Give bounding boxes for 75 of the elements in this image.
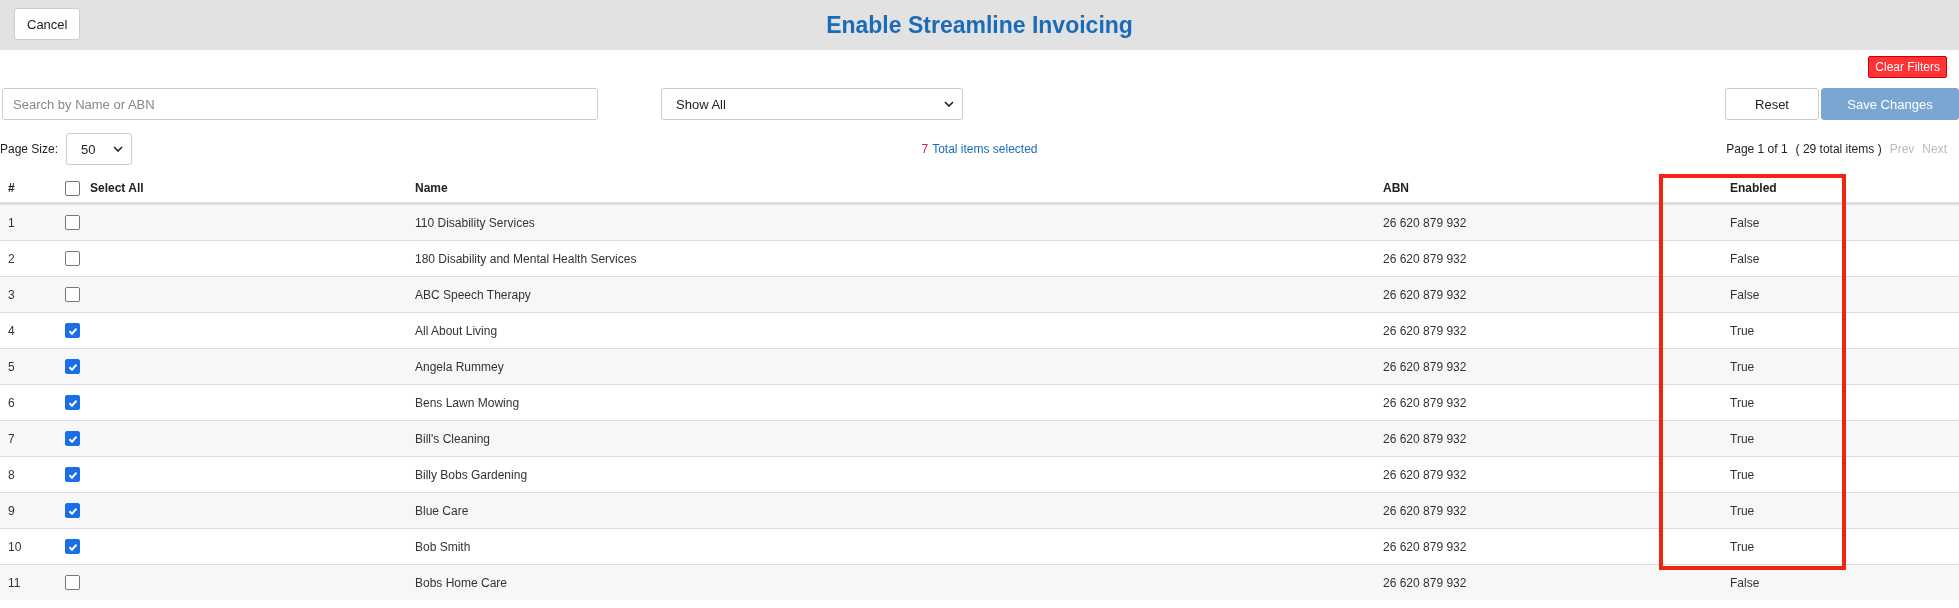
- page-info: Page 1 of 1: [1726, 142, 1788, 156]
- row-number: 4: [7, 323, 16, 338]
- row-checkbox[interactable]: [65, 359, 80, 374]
- abn-cell-text: 26 620 879 932: [1382, 395, 1468, 410]
- column-header: Enabled: [1729, 181, 1778, 195]
- name-cell-text: Angela Rummey: [414, 359, 505, 374]
- row-number: 8: [7, 467, 16, 482]
- abn-cell-text: 26 620 879 932: [1382, 215, 1468, 230]
- name-cell-text: Bens Lawn Mowing: [414, 395, 521, 410]
- abn-cell-text: 26 620 879 932: [1382, 539, 1468, 554]
- name-cell-text: Bob Smith: [414, 539, 472, 554]
- row-checkbox[interactable]: [65, 431, 80, 446]
- enabled-cell-text: True: [1729, 503, 1756, 518]
- page-size-dropdown[interactable]: 50: [66, 133, 133, 165]
- row-number: 11: [7, 575, 22, 590]
- row-number: 1: [7, 215, 16, 230]
- abn-cell-text: 26 620 879 932: [1382, 575, 1468, 590]
- enabled-cell-text: True: [1729, 359, 1756, 374]
- row-checkbox[interactable]: [65, 395, 80, 410]
- row-number: 7: [7, 431, 16, 446]
- name-cell-text: ABC Speech Therapy: [414, 287, 532, 302]
- row-checkbox[interactable]: [65, 467, 80, 482]
- cancel-button[interactable]: Cancel: [14, 8, 81, 40]
- enabled-cell-text: False: [1729, 215, 1761, 230]
- column-header: Select All: [89, 181, 144, 195]
- row-checkbox[interactable]: [65, 323, 80, 338]
- clear-filters-button[interactable]: Clear Filters: [1868, 56, 1947, 78]
- selected-count: 7: [921, 142, 929, 156]
- enabled-cell-text: True: [1729, 431, 1756, 446]
- page-size-label: Page Size:: [0, 142, 59, 156]
- enabled-cell-text: False: [1729, 287, 1761, 302]
- enabled-cell-text: True: [1729, 539, 1756, 554]
- search-field[interactable]: Search by Name or ABN: [2, 88, 598, 120]
- column-header: #: [7, 181, 16, 195]
- enabled-cell-text: True: [1729, 323, 1756, 338]
- row-checkbox[interactable]: [65, 539, 80, 554]
- row-checkbox[interactable]: [65, 251, 80, 266]
- selected-items-text: Total items selected: [932, 142, 1038, 156]
- abn-cell-text: 26 620 879 932: [1382, 503, 1468, 518]
- column-header: Name: [414, 181, 449, 195]
- abn-cell-text: 26 620 879 932: [1382, 431, 1468, 446]
- reset-button[interactable]: Reset: [1725, 88, 1819, 120]
- row-checkbox[interactable]: [65, 575, 80, 590]
- abn-cell-text: 26 620 879 932: [1382, 287, 1468, 302]
- chevron-icon: [113, 146, 124, 152]
- row-checkbox[interactable]: [65, 215, 80, 230]
- row-checkbox[interactable]: [65, 287, 80, 302]
- abn-cell-text: 26 620 879 932: [1382, 467, 1468, 482]
- enabled-cell-text: True: [1729, 395, 1756, 410]
- enabled-cell-text: False: [1729, 575, 1761, 590]
- row-number: 6: [7, 395, 16, 410]
- chevron-icon: [944, 101, 954, 107]
- name-cell-text: Bobs Home Care: [414, 575, 509, 590]
- column-header: ABN: [1382, 181, 1410, 195]
- abn-cell-text: 26 620 879 932: [1382, 359, 1468, 374]
- select-all-checkbox[interactable]: [65, 180, 80, 196]
- name-cell-text: Bill's Cleaning: [414, 431, 491, 446]
- name-cell-text: All About Living: [414, 323, 499, 338]
- enabled-cell-text: True: [1729, 467, 1756, 482]
- row-number: 9: [7, 503, 16, 518]
- filter-dropdown[interactable]: Show All: [661, 88, 963, 120]
- row-number: 5: [7, 359, 16, 374]
- row-number: 10: [7, 539, 23, 554]
- abn-cell-text: 26 620 879 932: [1382, 251, 1468, 266]
- enabled-cell-text: False: [1729, 251, 1761, 266]
- name-cell-text: Billy Bobs Gardening: [414, 467, 529, 482]
- row-number: 3: [7, 287, 16, 302]
- row-number: 2: [7, 251, 16, 266]
- total-items: ( 29 total items ): [1795, 142, 1882, 156]
- name-cell-text: Blue Care: [414, 503, 470, 518]
- page-title: Enable Streamline Invoicing: [826, 11, 1133, 39]
- row-checkbox[interactable]: [65, 503, 80, 518]
- abn-cell-text: 26 620 879 932: [1382, 323, 1468, 338]
- name-cell-text: 180 Disability and Mental Health Services: [414, 251, 638, 266]
- name-cell-text: 110 Disability Services: [414, 215, 536, 230]
